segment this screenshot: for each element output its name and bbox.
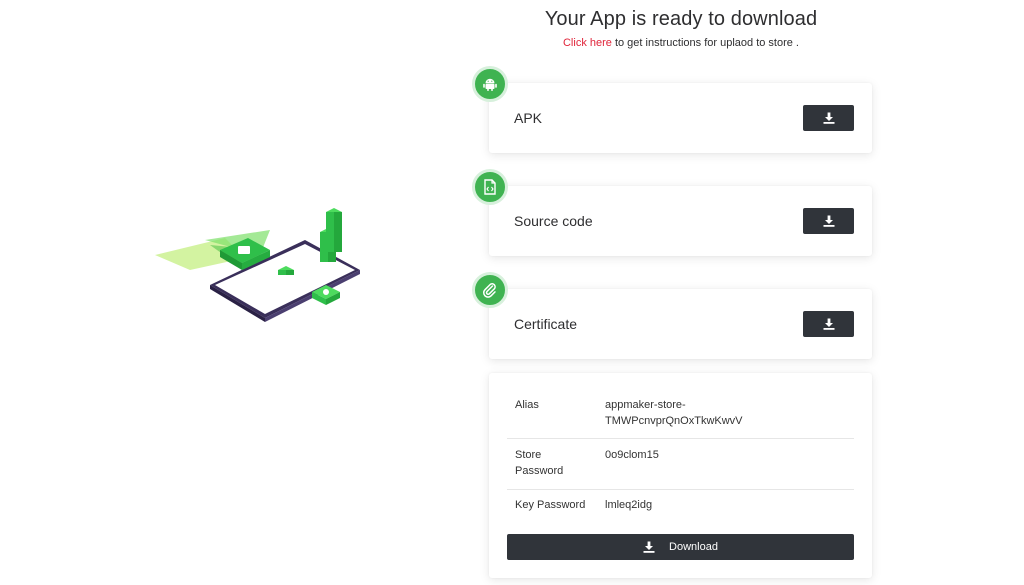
file-code-icon [472, 169, 508, 205]
certificate-details-card: Alias appmaker-store-TMWPcnvprQnOxTkwKwv… [489, 373, 872, 578]
row-divider [507, 489, 854, 490]
subtitle-text: to get instructions for uplaod to store … [611, 37, 799, 49]
android-icon [472, 66, 508, 102]
certificate-card: Certificate [489, 289, 872, 359]
paperclip-icon [472, 272, 508, 308]
row-divider [507, 438, 854, 439]
alias-value: appmaker-store-TMWPcnvprQnOxTkwKwvV [605, 399, 743, 427]
store-password-key: Store Password [515, 449, 564, 477]
download-icon [823, 215, 834, 227]
source-code-download-button[interactable] [803, 208, 854, 234]
page-title: Your App is ready to download [544, 8, 818, 30]
key-password-key: Key Password [515, 499, 586, 511]
app-phone-illustration [155, 208, 360, 322]
certificate-download-full-button[interactable]: Download [507, 534, 854, 560]
download-icon [823, 112, 834, 124]
store-password-row: Store Password 0o9clom15 [507, 447, 854, 479]
alias-row: Alias appmaker-store-TMWPcnvprQnOxTkwKwv… [507, 397, 854, 429]
instructions-link[interactable]: Click here [563, 37, 612, 49]
page-subtitle: Click here to get instructions for uplao… [490, 37, 872, 49]
key-password-value: lmleq2idg [605, 499, 653, 511]
apk-label: APK [514, 110, 543, 126]
source-code-card: Source code [489, 186, 872, 256]
key-password-row: Key Password lmleq2idg [507, 497, 854, 513]
apk-download-button[interactable] [803, 105, 854, 131]
certificate-download-button[interactable] [803, 311, 854, 337]
apk-card: APK [489, 83, 872, 153]
download-icon [643, 541, 655, 553]
download-icon [823, 318, 834, 330]
store-password-value: 0o9clom15 [605, 449, 659, 461]
alias-key: Alias [515, 399, 539, 411]
download-label: Download [669, 541, 718, 553]
certificate-label: Certificate [514, 316, 578, 332]
source-code-label: Source code [514, 213, 593, 229]
